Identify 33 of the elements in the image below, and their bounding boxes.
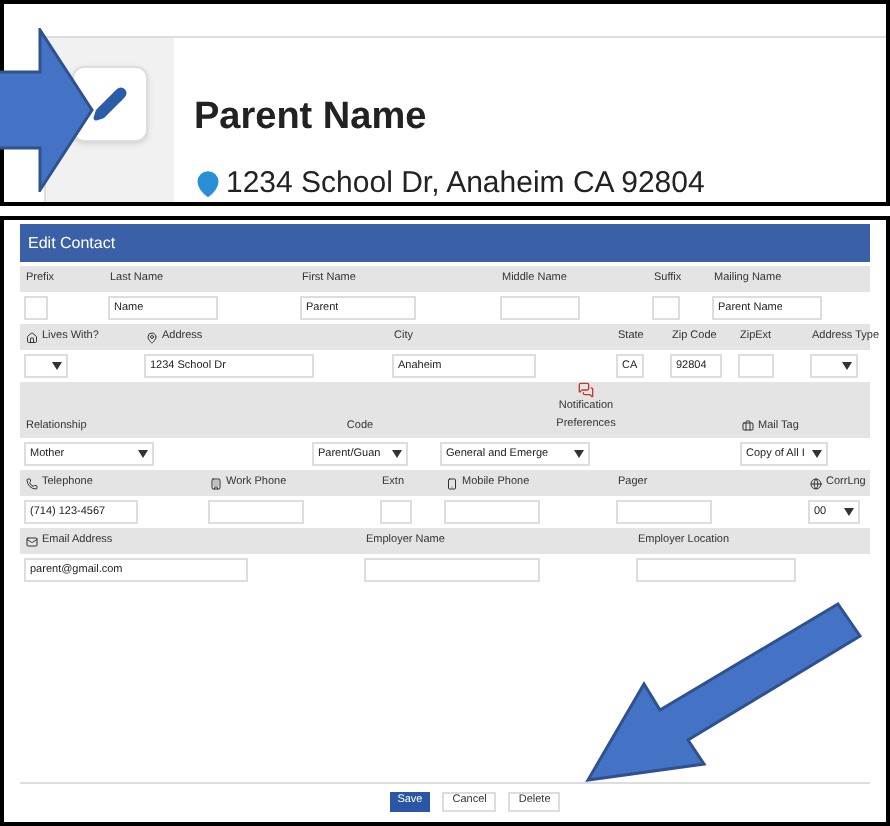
input-field[interactable]	[364, 558, 540, 582]
input-field[interactable]	[380, 500, 412, 524]
dialog-title: Edit Contact	[28, 231, 116, 255]
input-field[interactable]	[24, 296, 48, 320]
phone-icon	[26, 477, 38, 489]
input-field[interactable]	[208, 500, 304, 524]
map-pin-icon	[194, 170, 222, 199]
caret-icon	[574, 450, 584, 458]
input-field[interactable]	[636, 558, 796, 582]
caret-icon	[138, 450, 148, 458]
caret-icon	[392, 450, 402, 458]
dropdown-field[interactable]	[24, 354, 68, 378]
envelope-icon	[26, 535, 38, 547]
input-field[interactable]	[444, 500, 540, 524]
input-field[interactable]	[738, 354, 774, 378]
building-icon	[210, 477, 222, 489]
dropdown-field[interactable]	[810, 354, 858, 378]
contact-address: 1234 School Dr, Anaheim CA 92804	[226, 164, 705, 204]
input-field[interactable]	[500, 296, 580, 320]
caret-icon	[52, 362, 62, 370]
caret-icon	[844, 508, 854, 516]
briefcase-icon	[742, 419, 754, 432]
contact-name: Parent Name	[194, 94, 429, 142]
input-field[interactable]	[616, 500, 712, 524]
globe-icon	[810, 477, 822, 489]
caret-icon	[812, 450, 822, 458]
mobile-phone-icon	[446, 477, 458, 489]
pencil-icon	[92, 86, 128, 122]
chat-bubbles-icon	[578, 382, 594, 398]
input-field[interactable]	[652, 296, 680, 320]
caret-icon	[842, 362, 852, 370]
house-icon	[26, 331, 38, 343]
map-pin-icon	[146, 331, 158, 343]
